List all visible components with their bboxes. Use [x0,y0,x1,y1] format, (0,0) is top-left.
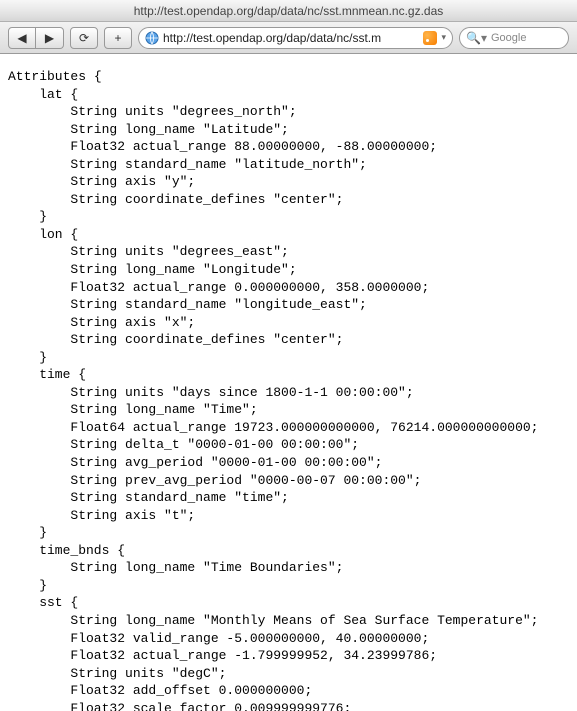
code-line: Float32 actual_range 0.000000000, 358.00… [8,279,569,297]
nav-button-group: ◀ ▶ [8,27,64,49]
code-line: String long_name "Longitude"; [8,261,569,279]
search-box[interactable]: 🔍▾ Google [459,27,569,49]
code-line: Float32 actual_range -1.799999952, 34.23… [8,647,569,665]
favicon-icon [145,31,159,45]
code-line: time_bnds { [8,542,569,560]
code-line: Float64 actual_range 19723.000000000000,… [8,419,569,437]
code-line: String standard_name "latitude_north"; [8,156,569,174]
code-line: } [8,349,569,367]
code-line: sst { [8,594,569,612]
code-line: Float32 scale_factor 0.009999999776; [8,700,569,711]
window-title: http://test.opendap.org/dap/data/nc/sst.… [134,4,444,18]
forward-icon: ▶ [45,31,54,45]
window-titlebar: http://test.opendap.org/dap/data/nc/sst.… [0,0,577,22]
code-line: String coordinate_defines "center"; [8,331,569,349]
code-line: Attributes { [8,68,569,86]
code-line: lon { [8,226,569,244]
code-line: String units "degC"; [8,665,569,683]
reload-button[interactable]: ⟳ [70,27,98,49]
page-content: Attributes {lat {String units "degrees_n… [0,54,577,711]
code-line: lat { [8,86,569,104]
code-line: } [8,577,569,595]
code-line: String delta_t "0000-01-00 00:00:00"; [8,436,569,454]
add-button[interactable]: + [104,27,132,49]
back-button[interactable]: ◀ [8,27,36,49]
back-icon: ◀ [17,31,26,45]
code-line: Float32 add_offset 0.000000000; [8,682,569,700]
search-icon: 🔍▾ [466,31,487,45]
dropdown-icon[interactable]: ▾ [441,32,446,43]
code-line: } [8,524,569,542]
code-line: String long_name "Monthly Means of Sea S… [8,612,569,630]
code-line: Float32 valid_range -5.000000000, 40.000… [8,630,569,648]
code-line: String units "days since 1800-1-1 00:00:… [8,384,569,402]
code-line: Float32 actual_range 88.00000000, -88.00… [8,138,569,156]
forward-button[interactable]: ▶ [36,27,64,49]
code-line: String axis "x"; [8,314,569,332]
code-line: String long_name "Latitude"; [8,121,569,139]
code-line: String prev_avg_period "0000-00-07 00:00… [8,472,569,490]
rss-icon[interactable] [423,31,437,45]
code-line: } [8,208,569,226]
code-line: time { [8,366,569,384]
plus-icon: + [114,31,121,45]
code-line: String axis "y"; [8,173,569,191]
url-text: http://test.opendap.org/dap/data/nc/sst.… [163,31,419,45]
code-line: String standard_name "longitude_east"; [8,296,569,314]
code-line: String coordinate_defines "center"; [8,191,569,209]
code-line: String long_name "Time"; [8,401,569,419]
search-placeholder: Google [491,32,526,44]
reload-icon: ⟳ [79,31,89,45]
code-line: String standard_name "time"; [8,489,569,507]
code-line: String long_name "Time Boundaries"; [8,559,569,577]
code-line: String units "degrees_north"; [8,103,569,121]
url-bar[interactable]: http://test.opendap.org/dap/data/nc/sst.… [138,27,453,49]
code-line: String units "degrees_east"; [8,243,569,261]
browser-toolbar: ◀ ▶ ⟳ + http://test.opendap.org/dap/data… [0,22,577,54]
code-line: String axis "t"; [8,507,569,525]
code-line: String avg_period "0000-01-00 00:00:00"; [8,454,569,472]
